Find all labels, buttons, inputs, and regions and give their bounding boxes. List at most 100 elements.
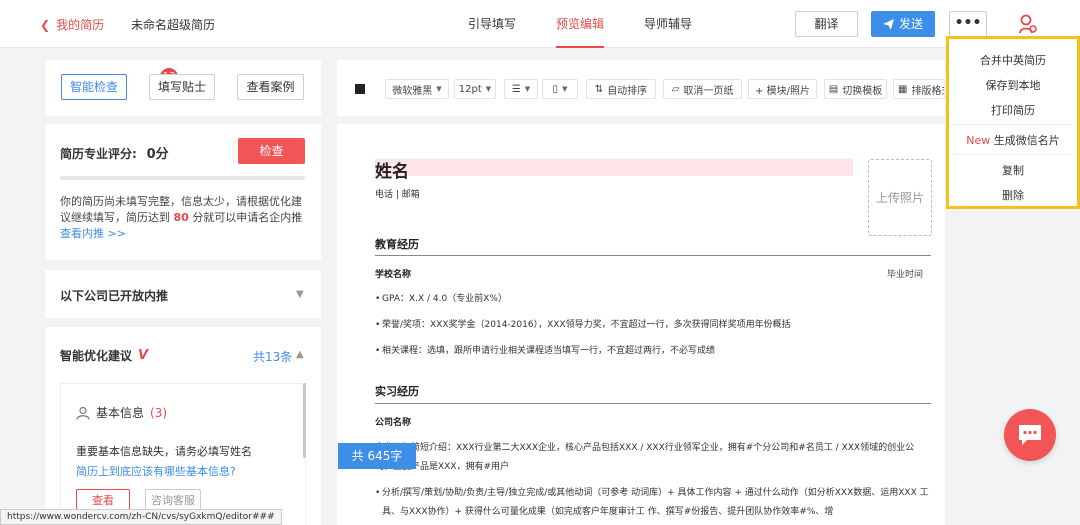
wechat-card-label: 生成微信名片: [993, 134, 1060, 147]
missing-info-warning: 重要基本信息缺失，请务必填写姓名: [76, 445, 252, 458]
menu-item-delete[interactable]: 删除: [949, 187, 1077, 203]
caret-down-icon: ▼: [296, 289, 304, 300]
person-icon: [76, 406, 90, 420]
page-setup-select[interactable]: ▯ ▼: [542, 79, 578, 99]
view-referrals-link[interactable]: 查看内推 >>: [60, 227, 126, 240]
menu-item-merge-cn-en[interactable]: 合并中英简历: [949, 52, 1077, 68]
layout-format-button[interactable]: ▦排版格式: [893, 79, 945, 99]
top-bar: ❮ 我的简历 未命名超级简历 引导填写 预览编辑 导师辅导 翻译 发送: [0, 0, 1080, 48]
template-icon: ▤: [828, 83, 839, 95]
editor-toolbar: 微软雅黑 ▼ 12pt ▼ ☰ ▼ ▯ ▼ ⇅ 自动排序 ▱ 取消一页纸 + 模块/照片 ▤…: [337, 60, 945, 116]
more-options-button[interactable]: •••: [949, 11, 987, 37]
score-progress: [60, 176, 305, 180]
education-section-title[interactable]: 教育经历: [375, 236, 419, 252]
upload-photo-button[interactable]: 上传照片: [868, 159, 932, 236]
menu-divider: [954, 124, 1072, 125]
chat-icon: [1019, 425, 1041, 445]
tip-text-2: 分就可以申请名企内推: [192, 211, 303, 224]
basic-info-count: (3): [150, 405, 168, 420]
font-family-value: 微软雅黑: [392, 85, 433, 97]
section-divider: [375, 403, 931, 404]
chat-support-button[interactable]: [1004, 409, 1056, 461]
user-icon[interactable]: [1018, 14, 1038, 37]
suggestion-item: 基本信息 (3) 重要基本信息缺失，请务必填写姓名 简历上到底应该有哪些基本信息…: [60, 383, 306, 525]
more-options-menu: 合并中英简历 保存到本地 打印简历 New 生成微信名片 复制 删除: [946, 36, 1080, 209]
caret-down-icon: ▼: [524, 85, 531, 93]
suggestions-scrollbar[interactable]: [303, 383, 306, 458]
company-intro[interactable]: 企业可加简短介绍：XXX行业第二大XXX企业，核心产品包括XXX / XXX行业…: [368, 439, 931, 477]
sort-icon: ⇅: [594, 83, 604, 95]
font-family-select[interactable]: 微软雅黑 ▼: [385, 79, 449, 99]
section-divider: [375, 255, 931, 256]
score-card: 简历专业评分: 0分 检查 你的简历尚未填写完整，信息太少，请根据优化建议继续填…: [45, 124, 321, 260]
list-item[interactable]: 分析/撰写/策划/协助/负责/主导/独立完成/或其他动词（可参考 动词库）+ 具…: [375, 484, 930, 522]
back-link[interactable]: ❮ 我的简历: [40, 16, 104, 33]
writing-tips-button[interactable]: 填写贴士: [149, 74, 215, 100]
caret-down-icon: ▼: [436, 85, 442, 93]
check-button[interactable]: 检查: [238, 138, 305, 164]
basic-info-help-link[interactable]: 简历上到底应该有哪些基本信息?: [76, 463, 236, 479]
line-spacing-icon: ☰: [511, 83, 521, 95]
list-item[interactable]: 相关课程：选填，跟所申请行业相关课程适当填写一行，不宜超过两行，不必写成绩: [375, 342, 930, 361]
color-swatch: [355, 84, 365, 94]
mode-tabs: 引导填写 预览编辑 导师辅导: [468, 0, 692, 48]
add-module-label: + 模块/照片: [755, 85, 810, 97]
suggestions-title-text: 智能优化建议: [60, 349, 133, 363]
text-color-picker[interactable]: [349, 79, 371, 99]
paper-plane-icon: [882, 18, 894, 30]
tab-guided-fill[interactable]: 引导填写: [468, 0, 516, 48]
font-size-select[interactable]: 12pt ▼: [454, 79, 496, 99]
auto-sort-label: 自动排序: [607, 85, 648, 97]
cancel-one-page-label: 取消一页纸: [683, 85, 734, 97]
list-item[interactable]: GPA：X.X / 4.0（专业前X%）: [375, 290, 930, 309]
company-name[interactable]: 公司名称: [375, 415, 411, 428]
add-module-button[interactable]: + 模块/照片: [748, 79, 817, 99]
chevron-left-icon: ❮: [40, 17, 51, 32]
layout-format-label: 排版格式: [911, 85, 944, 97]
switch-template-button[interactable]: ▤ 切换模板: [824, 79, 887, 99]
menu-item-copy[interactable]: 复制: [949, 162, 1077, 178]
new-badge: New: [966, 134, 991, 147]
name-field-highlight[interactable]: [375, 159, 853, 176]
caret-down-icon: ▼: [485, 85, 492, 93]
caret-up-icon[interactable]: ▲: [296, 349, 304, 360]
internship-section-title[interactable]: 实习经历: [375, 383, 419, 399]
graduation-time[interactable]: 毕业时间: [887, 267, 923, 280]
school-name[interactable]: 学校名称: [375, 267, 411, 280]
check-actions-card: 智能检查 13 填写贴士 查看案例: [45, 60, 321, 116]
status-url: https://www.wondercv.com/zh-CN/cvs/syGxk…: [0, 509, 282, 525]
menu-item-wechat-card[interactable]: New 生成微信名片: [949, 132, 1077, 148]
back-label: 我的简历: [56, 18, 105, 32]
resume-contact[interactable]: 电话 | 邮箱: [375, 187, 420, 200]
score-tip: 你的简历尚未填写完整，信息太少，请根据优化建议继续填写，简历达到 80 分就可以…: [60, 194, 310, 242]
tab-preview-edit[interactable]: 预览编辑: [556, 0, 605, 48]
menu-item-print[interactable]: 打印简历: [949, 102, 1077, 118]
suggestions-title: 智能优化建议 V: [60, 347, 148, 364]
translate-button[interactable]: 翻译: [795, 11, 858, 37]
referral-companies-title: 以下公司已开放内推: [60, 289, 169, 303]
list-item[interactable]: 荣誉/奖项：XXX奖学金（2014-2016），XXX领导力奖，不宜超过一行，多…: [375, 316, 930, 335]
suggestions-card: 智能优化建议 V 共13条 ▲ 基本信息 (3) 重要基本信息缺失，请务必填写姓…: [45, 327, 321, 525]
cancel-one-page-button[interactable]: ▱ 取消一页纸: [663, 79, 742, 99]
vip-mark: V: [138, 348, 149, 363]
tab-mentor[interactable]: 导师辅导: [644, 0, 692, 48]
page-icon: ▱: [671, 83, 680, 95]
page-icon: ▯: [552, 83, 559, 95]
smart-check-button[interactable]: 智能检查: [61, 74, 127, 100]
tip-target-score: 80: [173, 211, 189, 224]
view-cases-button[interactable]: 查看案例: [237, 74, 304, 100]
menu-item-save-local[interactable]: 保存到本地: [949, 77, 1077, 93]
basic-info-heading: 基本信息 (3): [76, 404, 167, 421]
resume-title[interactable]: 未命名超级简历: [131, 16, 215, 33]
send-label: 发送: [898, 17, 923, 31]
menu-divider: [954, 154, 1072, 155]
auto-sort-button[interactable]: ⇅ 自动排序: [586, 79, 656, 99]
resume-name[interactable]: 姓名: [375, 157, 409, 182]
suggestions-count[interactable]: 共13条: [253, 348, 292, 365]
referral-companies-card[interactable]: 以下公司已开放内推 ▼: [45, 270, 321, 318]
score-label: 简历专业评分:: [60, 147, 137, 161]
switch-template-label: 切换模板: [842, 85, 883, 97]
send-button[interactable]: 发送: [871, 11, 935, 37]
grid-icon: ▦: [898, 83, 908, 95]
line-spacing-select[interactable]: ☰ ▼: [504, 79, 538, 99]
